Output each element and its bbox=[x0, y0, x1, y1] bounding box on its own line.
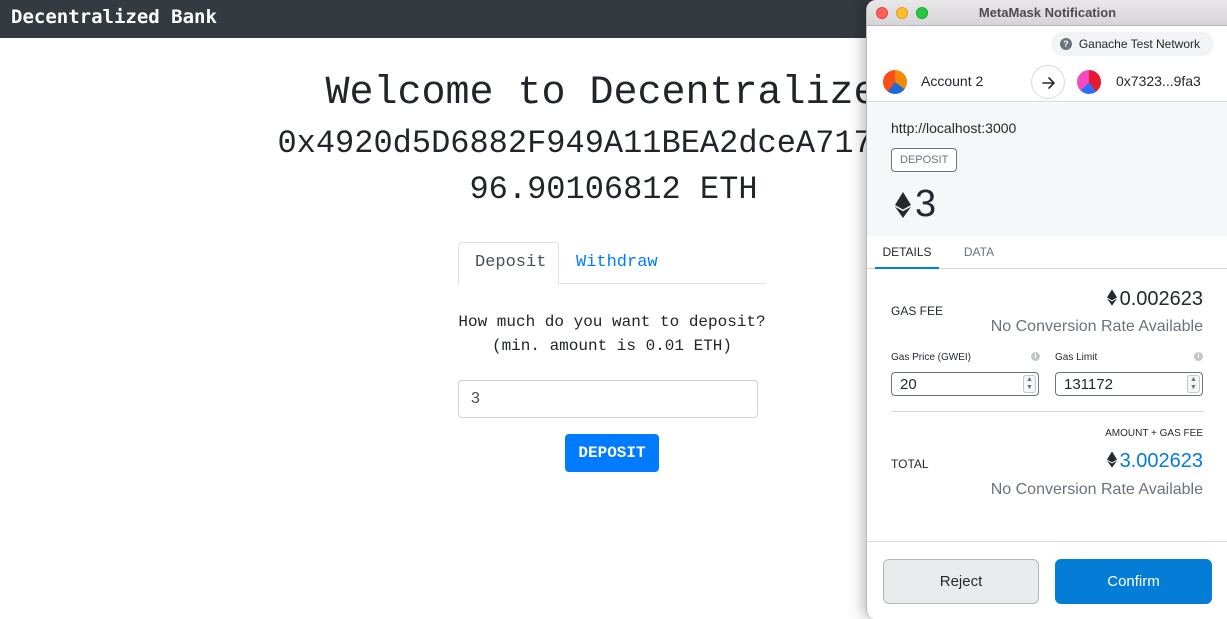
window-title: MetaMask Notification bbox=[978, 5, 1117, 20]
from-account-avatar bbox=[883, 70, 907, 94]
chevron-up-icon[interactable]: ▲ bbox=[1026, 376, 1033, 383]
chevron-down-icon[interactable]: ▼ bbox=[1026, 384, 1033, 391]
total-label: TOTAL bbox=[891, 457, 929, 471]
gas-limit-value: 131172 bbox=[1064, 376, 1113, 393]
gas-fee-value: 0.002623 bbox=[1106, 288, 1203, 311]
total-conversion: No Conversion Rate Available bbox=[990, 481, 1203, 498]
network-row: ? Ganache Test Network bbox=[867, 26, 1227, 62]
deposit-amount-input[interactable] bbox=[458, 380, 758, 418]
brand-title[interactable]: Decentralized Bank bbox=[11, 6, 217, 28]
deposit-question-line1: How much do you want to deposit? bbox=[458, 313, 766, 331]
eth-icon bbox=[1106, 451, 1117, 468]
help-icon: ? bbox=[1059, 38, 1072, 50]
divider bbox=[891, 411, 1204, 412]
sender-recipient-row: Account 2 0x7323...9fa3 bbox=[867, 62, 1227, 102]
tab-deposit[interactable]: Deposit bbox=[458, 242, 559, 285]
detail-tabs: DETAILS DATA bbox=[867, 236, 1227, 269]
eth-icon bbox=[1106, 289, 1117, 306]
to-address[interactable]: 0x7323...9fa3 bbox=[1116, 73, 1201, 89]
metamask-window: MetaMask Notification ? Ganache Test Net… bbox=[866, 0, 1227, 619]
deposit-button[interactable]: DEPOSIT bbox=[565, 434, 659, 472]
eth-icon bbox=[895, 192, 911, 218]
amount-value: 3 bbox=[915, 183, 937, 225]
origin-url: http://localhost:3000 bbox=[891, 120, 1017, 136]
gas-fee-conversion: No Conversion Rate Available bbox=[990, 318, 1203, 335]
info-icon[interactable]: i bbox=[1194, 352, 1203, 361]
chevron-up-icon[interactable]: ▲ bbox=[1190, 376, 1197, 383]
network-selector[interactable]: ? Ganache Test Network bbox=[1050, 32, 1214, 56]
action-footer: Reject Confirm bbox=[867, 541, 1227, 619]
tab-data[interactable]: DATA bbox=[959, 236, 999, 269]
amount-plus-fee-label: AMOUNT + GAS FEE bbox=[1105, 428, 1203, 439]
transaction-summary: http://localhost:3000 DEPOSIT 3 bbox=[867, 103, 1227, 236]
total-amount: 3.002623 bbox=[1119, 450, 1203, 472]
gas-fee-amount: 0.002623 bbox=[1119, 288, 1203, 310]
arrow-right-icon bbox=[1031, 65, 1065, 99]
method-badge: DEPOSIT bbox=[891, 148, 958, 172]
window-titlebar: MetaMask Notification bbox=[867, 0, 1227, 26]
tab-withdraw[interactable]: Withdraw bbox=[559, 242, 675, 284]
confirm-button[interactable]: Confirm bbox=[1055, 559, 1212, 604]
gas-price-input[interactable]: 20 ▲ ▼ bbox=[891, 372, 1039, 396]
total-value: 3.002623 bbox=[1106, 450, 1203, 473]
reject-button[interactable]: Reject bbox=[883, 559, 1039, 604]
gas-limit-label: Gas Limit bbox=[1055, 352, 1098, 363]
chevron-down-icon[interactable]: ▼ bbox=[1190, 384, 1197, 391]
gas-price-label: Gas Price (GWEI) bbox=[891, 352, 972, 363]
network-name: Ganache Test Network bbox=[1078, 37, 1200, 51]
tab-details[interactable]: DETAILS bbox=[875, 236, 939, 269]
deposit-question-line2: (min. amount is 0.01 ETH) bbox=[491, 337, 733, 355]
gas-fee-label: GAS FEE bbox=[891, 304, 944, 318]
deposit-question: How much do you want to deposit? (min. a… bbox=[452, 310, 772, 358]
to-account-avatar bbox=[1077, 70, 1101, 94]
gas-limit-stepper[interactable]: ▲ ▼ bbox=[1187, 375, 1200, 393]
bank-tabs: Deposit Withdraw bbox=[458, 242, 766, 285]
gas-price-stepper[interactable]: ▲ ▼ bbox=[1023, 375, 1036, 393]
gas-price-value: 20 bbox=[900, 376, 917, 393]
info-icon[interactable]: i bbox=[1031, 352, 1040, 361]
gas-limit-input[interactable]: 131172 ▲ ▼ bbox=[1055, 372, 1203, 396]
from-account-name[interactable]: Account 2 bbox=[921, 73, 983, 89]
